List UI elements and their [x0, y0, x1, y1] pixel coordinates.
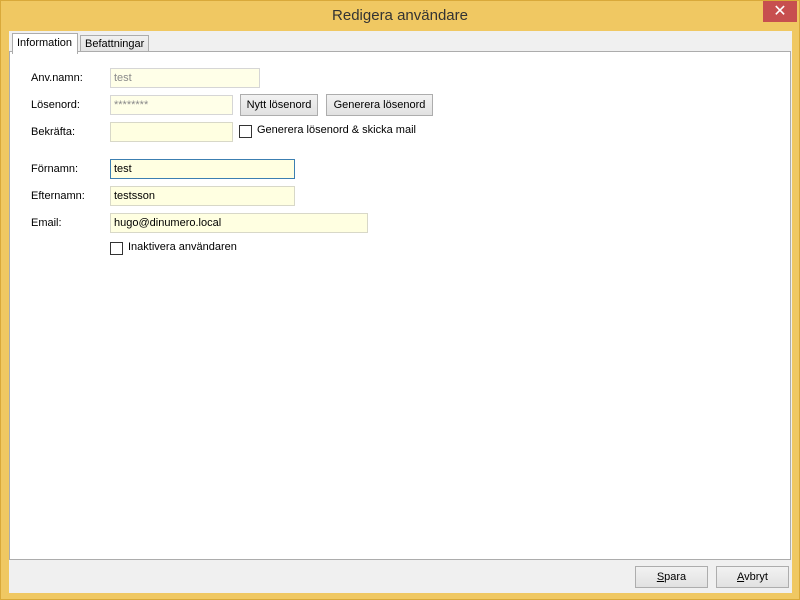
save-label-rest: para [664, 571, 687, 583]
tab-information-label: Information [17, 37, 73, 49]
tab-panel-information: Anv.namn: Lösenord: Nytt lösenord Genere… [9, 51, 791, 560]
username-label: Anv.namn: [31, 72, 83, 84]
deactivate-user-label: Inaktivera användaren [128, 241, 237, 253]
confirm-password-field[interactable] [110, 122, 233, 142]
save-button[interactable]: Spara [635, 566, 708, 588]
password-label: Lösenord: [31, 99, 80, 111]
title-bar[interactable]: Redigera användare ✕ [1, 1, 799, 31]
deactivate-user-checkbox[interactable] [110, 242, 123, 255]
confirm-label: Bekräfta: [31, 126, 76, 138]
deactivate-user-option[interactable]: Inaktivera användaren [110, 241, 250, 257]
close-icon: ✕ [773, 3, 787, 20]
close-button[interactable]: ✕ [763, 1, 797, 22]
email-field[interactable] [110, 213, 368, 233]
generate-and-mail-checkbox[interactable] [239, 125, 252, 138]
firstname-field[interactable] [110, 159, 295, 179]
new-password-button[interactable]: Nytt lösenord [240, 94, 318, 116]
cancel-label-rest: vbryt [744, 571, 768, 583]
password-field[interactable] [110, 95, 233, 115]
firstname-label: Förnamn: [31, 163, 79, 175]
tab-befattningar-label: Befattningar [85, 38, 145, 50]
window-title: Redigera användare [332, 7, 468, 24]
cancel-button[interactable]: Avbryt [716, 566, 789, 588]
tab-information[interactable]: Information [12, 33, 78, 54]
lastname-label: Efternamn: [31, 190, 85, 202]
email-label: Email: [31, 217, 62, 229]
lastname-field[interactable] [110, 186, 295, 206]
username-field[interactable] [110, 68, 260, 88]
generate-and-mail-label: Generera lösenord & skicka mail [257, 124, 416, 136]
generate-and-mail-option[interactable]: Generera lösenord & skicka mail [239, 124, 429, 140]
generate-password-button[interactable]: Generera lösenord [326, 94, 433, 116]
dialog-window: Redigera användare ✕ Information Befattn… [0, 0, 800, 600]
dialog-client-area: Information Befattningar Anv.namn: Lösen… [9, 31, 792, 593]
